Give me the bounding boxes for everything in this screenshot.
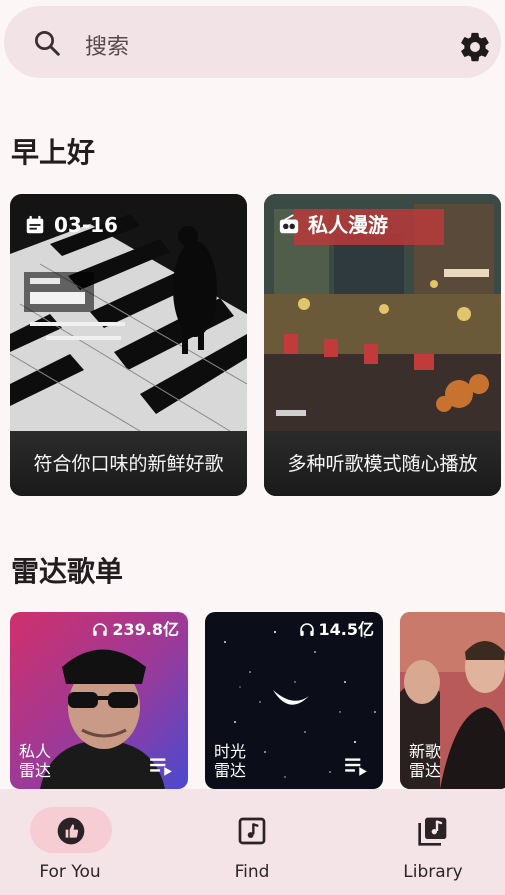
playlist-card-private-radar[interactable]: 239.8亿 私人 雷达	[10, 612, 188, 789]
play-count: 239.8亿	[92, 620, 179, 640]
queue-play-icon[interactable]	[343, 753, 369, 779]
roam-badge: 私人漫游	[278, 211, 388, 239]
radio-icon	[279, 214, 299, 234]
library-icon	[418, 817, 447, 846]
roam-badge-text: 私人漫游	[308, 213, 388, 237]
daily-date-text: 03-16	[54, 213, 118, 237]
thumb-up-icon	[57, 817, 85, 845]
nav-item-find[interactable]: Find	[182, 789, 322, 895]
daily-caption: 符合你口味的新鲜好歌	[33, 453, 224, 475]
search-placeholder[interactable]: 搜索	[85, 34, 129, 62]
play-count: 14.5亿	[299, 620, 374, 640]
private-roam-card[interactable]: 私人漫游 多种听歌模式随心播放	[264, 194, 501, 496]
section-title-morning: 早上好	[11, 136, 96, 169]
headphones-icon	[93, 623, 108, 636]
search-icon	[35, 31, 60, 56]
daily-recommend-card[interactable]: 03-16 符合你口味的新鲜好歌	[10, 194, 247, 496]
playlist-label-line1: 私人	[19, 742, 52, 761]
nav-item-library[interactable]: Library	[363, 789, 503, 895]
play-count-text: 14.5亿	[318, 620, 374, 639]
roam-caption: 多种听歌模式随心播放	[287, 453, 478, 475]
headphones-icon	[299, 623, 314, 636]
queue-play-icon[interactable]	[148, 753, 174, 779]
playlist-card-new-radar[interactable]: 新歌 雷达	[400, 612, 505, 789]
playlist-label: 新歌 雷达	[409, 742, 469, 780]
nav-label-library: Library	[403, 862, 463, 882]
play-count-text: 239.8亿	[112, 620, 179, 639]
nav-item-for-you[interactable]: For You	[0, 789, 140, 895]
search-bar[interactable]: 搜索	[4, 6, 501, 78]
daily-date-badge: 03-16	[24, 211, 118, 239]
nav-label-find: Find	[234, 862, 270, 882]
nav-label-for-you: For You	[39, 862, 101, 882]
playlist-label: 时光 雷达	[214, 742, 274, 780]
playlist-label-line2: 雷达	[409, 761, 442, 780]
gear-icon[interactable]	[458, 30, 492, 64]
playlist-label: 私人 雷达	[19, 742, 79, 780]
playlist-label-line2: 雷达	[214, 761, 247, 780]
bottom-nav: For You Find Library	[0, 789, 505, 895]
section-title-radar: 雷达歌单	[11, 555, 124, 588]
playlist-label-line1: 新歌	[409, 742, 442, 761]
playlist-label-line1: 时光	[214, 742, 247, 761]
playlist-label-line2: 雷达	[19, 761, 52, 780]
calendar-icon	[26, 215, 44, 234]
playlist-card-time-radar[interactable]: 14.5亿 时光 雷达	[205, 612, 383, 789]
music-note-icon	[238, 817, 266, 845]
